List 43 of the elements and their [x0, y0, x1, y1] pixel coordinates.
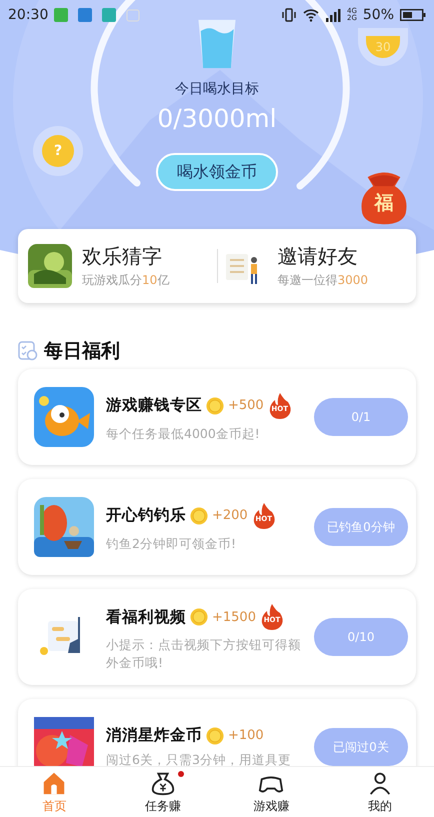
task-button[interactable]: 已钓鱼0分钟	[314, 508, 408, 546]
drink-button[interactable]: 喝水领金币	[156, 153, 278, 191]
battery-icon	[400, 9, 426, 21]
water-amount-text: 0/3000ml	[157, 104, 277, 133]
coin-reward: +500	[228, 398, 264, 414]
tab-item[interactable]: 我的	[326, 767, 434, 817]
checklist-icon	[18, 341, 38, 361]
task-description: 闯过6关，只需3分钟，用道具更	[106, 751, 292, 769]
status-time: 20:30	[8, 7, 48, 23]
promo-subtitle: 玩游戏瓜分10亿	[82, 272, 170, 289]
coin-reward: +1500	[212, 610, 256, 624]
coin-icon	[190, 608, 208, 626]
signal-icon	[324, 7, 341, 23]
task-title: 消消星炸金币	[106, 725, 202, 746]
coin-reward: +100	[228, 728, 264, 744]
coin-reward: +200	[212, 508, 248, 524]
task-description: 小提示：点击视频下方按钮可得额外金币哦!	[106, 636, 302, 671]
promo-subtitle: 每邀一位得3000	[278, 272, 368, 289]
task-button[interactable]: 已闯过0关	[314, 728, 408, 766]
task-title: 游戏赚钱专区	[106, 395, 202, 416]
app-notification-icon	[54, 8, 68, 22]
goal-label: 今日喝水目标	[175, 80, 259, 98]
task-button[interactable]: 0/1	[314, 398, 408, 436]
app-notification-icon	[102, 8, 116, 22]
battery-percent: 50%	[362, 7, 394, 23]
task-description: 每个任务最低4000金币起!	[106, 424, 261, 442]
water-glass-icon	[196, 18, 238, 70]
task-button[interactable]: 0/10	[314, 618, 408, 656]
promo-title[interactable]: 邀请好友	[278, 243, 368, 270]
promo-title[interactable]: 欢乐猜字	[82, 243, 170, 270]
tab-item[interactable]: 首页	[0, 767, 108, 817]
vibrate-icon	[280, 7, 297, 23]
coin-icon	[206, 396, 224, 415]
tab-item[interactable]: 游戏赚	[217, 767, 326, 817]
coin-icon	[206, 726, 224, 745]
task-title: 开心钓钓乐	[106, 505, 186, 526]
task-description: 钓鱼2分钟即可领金币!	[106, 534, 237, 552]
tab-item[interactable]: 任务赚	[108, 767, 217, 817]
app-notification-icon	[78, 8, 92, 22]
section-title: 每日福利	[44, 339, 120, 364]
task-title: 看福利视频	[106, 606, 186, 628]
coin-icon	[190, 506, 208, 525]
wifi-icon	[302, 7, 319, 23]
